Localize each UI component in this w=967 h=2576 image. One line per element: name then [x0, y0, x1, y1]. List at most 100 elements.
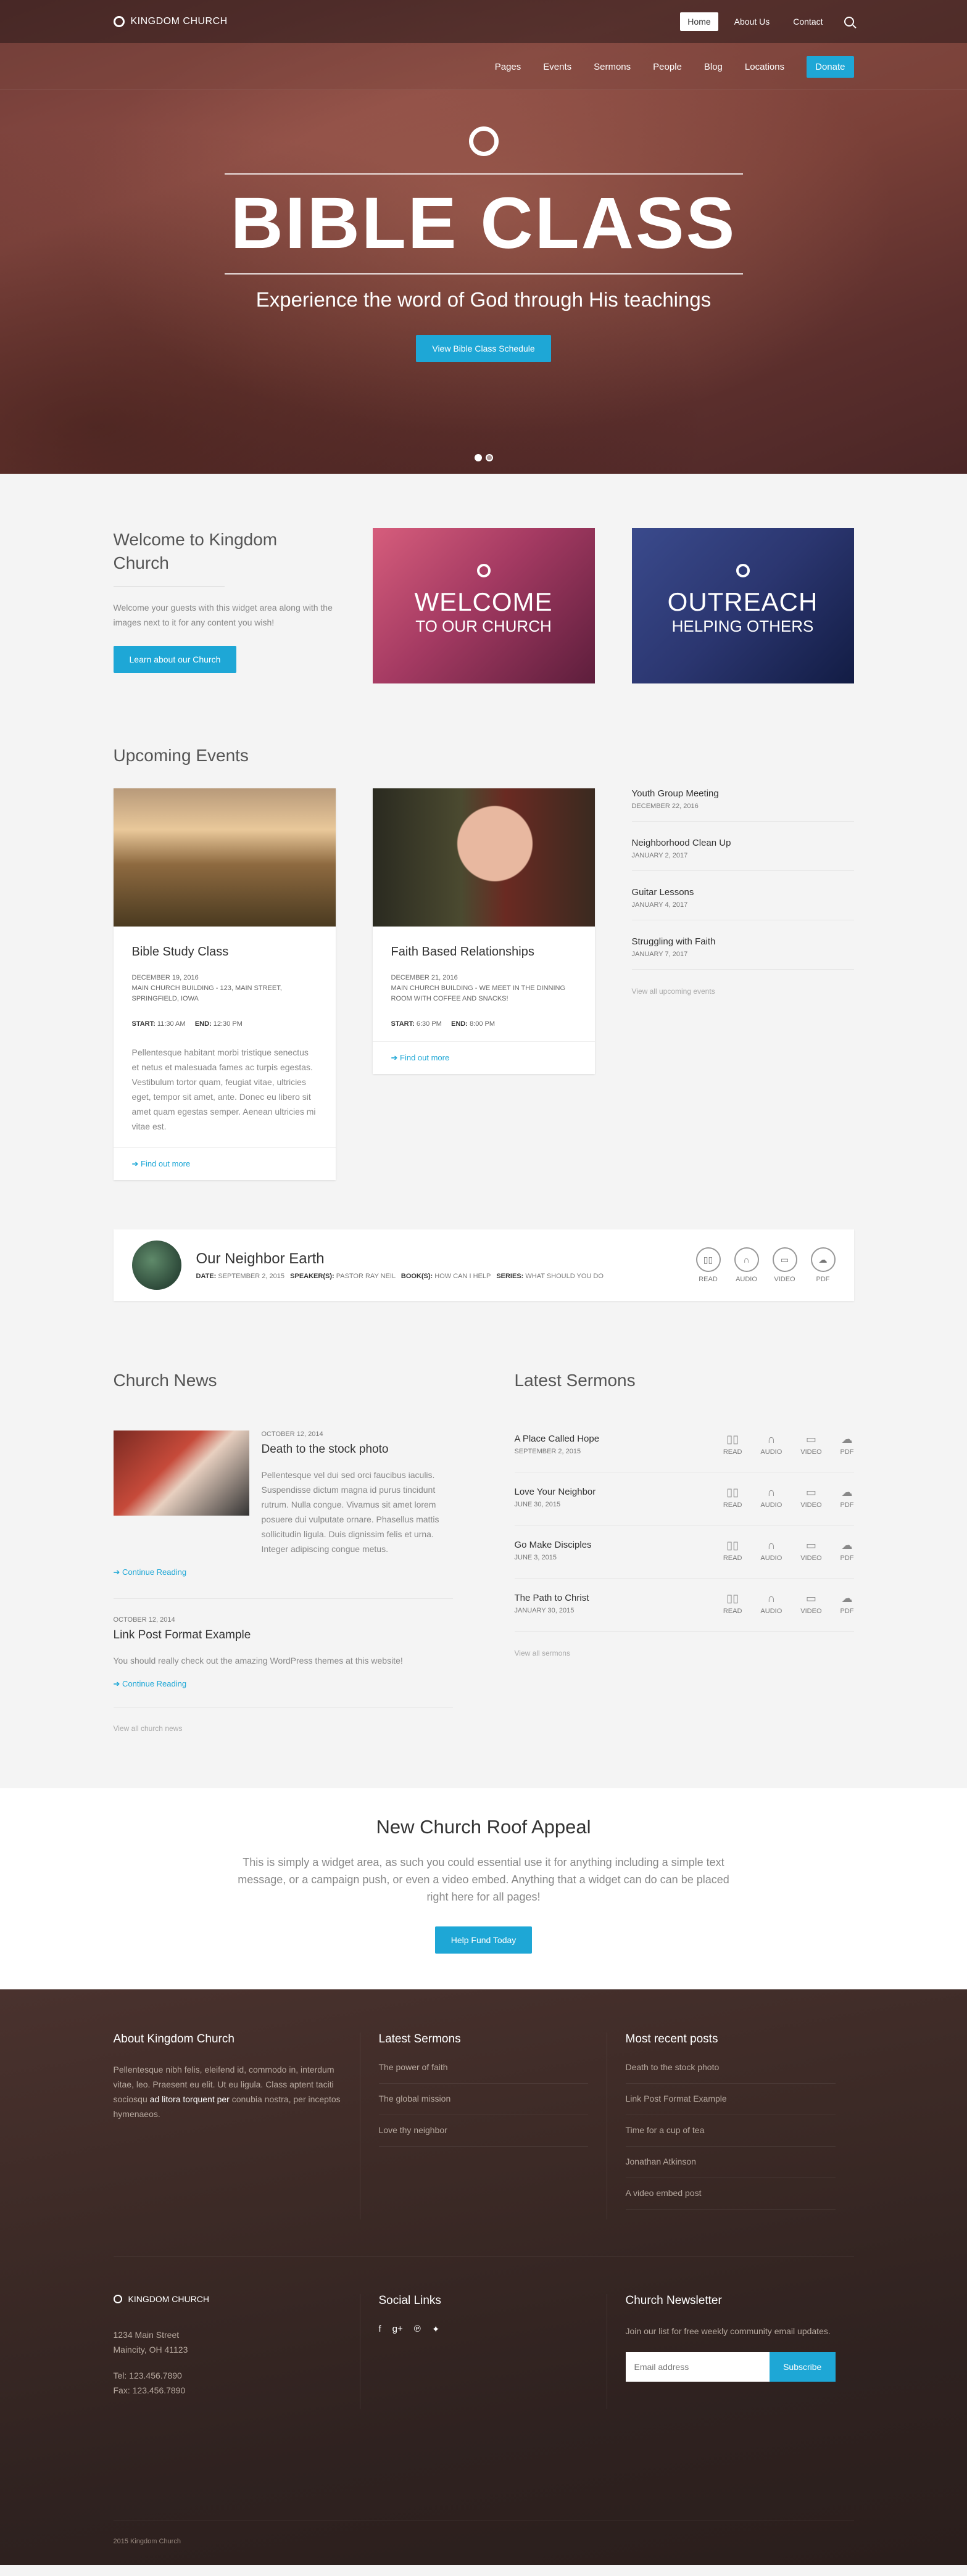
event-image[interactable]: [372, 788, 595, 927]
video-button[interactable]: ▭ VIDEO: [800, 1592, 821, 1615]
sermon-title[interactable]: Our Neighbor Earth: [196, 1250, 696, 1268]
video-button[interactable]: ▭ VIDEO: [800, 1433, 821, 1456]
welcome-card[interactable]: WELCOME TO OUR CHURCH: [372, 528, 595, 683]
video-icon: ▭: [805, 1592, 816, 1604]
help-fund-button[interactable]: Help Fund Today: [434, 1926, 533, 1954]
read-button[interactable]: ▯▯ READ: [695, 1247, 721, 1283]
event-title[interactable]: Bible Study Class: [132, 945, 317, 959]
continue-reading-link[interactable]: ➔ Continue Reading: [114, 1679, 453, 1689]
upcoming-events-list: Youth Group Meeting DECEMBER 22, 2016 Nei…: [631, 788, 854, 1180]
pdf-button[interactable]: ☁ PDF: [810, 1247, 836, 1283]
post-text: Pellentesque vel dui sed orci faucibus i…: [261, 1470, 439, 1554]
divider: [113, 586, 225, 587]
slider-dots: [0, 454, 967, 461]
pdf-button[interactable]: ☁ PDF: [840, 1433, 854, 1456]
audio-button[interactable]: ∩ AUDIO: [760, 1433, 782, 1456]
download-icon: ☁: [841, 1486, 853, 1498]
view-all-events-link[interactable]: View all upcoming events: [632, 987, 715, 996]
post-image[interactable]: [113, 1430, 249, 1516]
nav-events[interactable]: Events: [543, 62, 571, 72]
sermon-meta: DATE: SEPTEMBER 2, 2015 SPEAKER(S): PAST…: [196, 1273, 604, 1280]
donate-button[interactable]: Donate: [807, 56, 854, 78]
news-post: OCTOBER 12, 2014 Link Post Format Exampl…: [113, 1598, 453, 1708]
search-icon[interactable]: [844, 17, 854, 27]
sun-icon: [113, 16, 125, 27]
pdf-button[interactable]: ☁ PDF: [840, 1592, 854, 1615]
sermon-title[interactable]: A Place Called Hope: [515, 1434, 600, 1444]
top-link-about[interactable]: About Us: [727, 12, 778, 31]
sermon-title[interactable]: The Path to Christ: [515, 1593, 589, 1603]
events-title: Upcoming Events: [113, 746, 249, 765]
pdf-button[interactable]: ☁ PDF: [840, 1486, 854, 1509]
card-title: WELCOME: [414, 587, 553, 616]
copyright: 2015 Kingdom Church: [113, 2520, 854, 2565]
slider-dot[interactable]: [485, 454, 493, 461]
nav-locations[interactable]: Locations: [745, 62, 784, 72]
event-image[interactable]: [113, 788, 336, 927]
footer-sermons: Latest Sermons The power of faith The gl…: [360, 2033, 607, 2219]
appeal-section: New Church Roof Appeal This is simply a …: [0, 1788, 967, 1989]
subscribe-button[interactable]: Subscribe: [769, 2352, 836, 2382]
top-link-contact[interactable]: Contact: [786, 12, 830, 31]
twitter-icon[interactable]: ✦: [432, 2324, 440, 2335]
outreach-card[interactable]: OUTREACH HELPING OTHERS: [631, 528, 854, 683]
footer-link[interactable]: Jonathan Atkinson: [625, 2157, 836, 2178]
email-field[interactable]: [625, 2352, 770, 2382]
footer-link[interactable]: The global mission: [378, 2094, 588, 2115]
post-text: You should really check out the amazing …: [113, 1656, 403, 1666]
event-title[interactable]: Faith Based Relationships: [391, 945, 576, 959]
welcome-title: Welcome to Kingdom Church: [113, 530, 278, 572]
view-all-sermons-link[interactable]: View all sermons: [515, 1649, 854, 1657]
hero-button[interactable]: View Bible Class Schedule: [416, 335, 551, 362]
nav-people[interactable]: People: [653, 62, 682, 72]
google-plus-icon[interactable]: g+: [392, 2324, 403, 2335]
nav-sermons[interactable]: Sermons: [594, 62, 631, 72]
audio-button[interactable]: ∩ AUDIO: [734, 1247, 759, 1283]
event-card: Faith Based Relationships DECEMBER 21, 2…: [372, 788, 595, 1074]
footer-logo[interactable]: KINGDOM CHURCH: [113, 2294, 341, 2304]
read-button[interactable]: ▯▯ READ: [723, 1486, 742, 1509]
audio-button[interactable]: ∩ AUDIO: [760, 1486, 782, 1509]
pdf-button[interactable]: ☁ PDF: [840, 1539, 854, 1562]
divider: [224, 273, 743, 275]
learn-about-button[interactable]: Learn about our Church: [113, 646, 237, 673]
card-title: OUTREACH: [667, 587, 818, 616]
slider-dot[interactable]: [474, 454, 482, 461]
video-button[interactable]: ▭ VIDEO: [800, 1486, 821, 1509]
footer-link[interactable]: Love thy neighbor: [378, 2125, 588, 2147]
footer-link[interactable]: A video embed post: [625, 2188, 836, 2210]
find-out-more-link[interactable]: ➔ Find out more: [372, 1041, 595, 1074]
read-button[interactable]: ▯▯ READ: [723, 1433, 742, 1456]
event-card: Bible Study Class DECEMBER 19, 2016 MAIN…: [113, 788, 336, 1180]
footer-link[interactable]: The power of faith: [378, 2062, 588, 2084]
read-button[interactable]: ▯▯ READ: [723, 1592, 742, 1615]
top-link-home[interactable]: Home: [680, 12, 718, 31]
list-item[interactable]: Guitar Lessons JANUARY 4, 2017: [631, 887, 854, 920]
list-item[interactable]: Struggling with Faith JANUARY 7, 2017: [631, 936, 854, 970]
video-button[interactable]: ▭ VIDEO: [800, 1539, 821, 1562]
video-button[interactable]: ▭ VIDEO: [772, 1247, 797, 1283]
footer-link[interactable]: Death to the stock photo: [625, 2062, 836, 2084]
continue-reading-link[interactable]: ➔ Continue Reading: [114, 1567, 453, 1577]
list-item[interactable]: Neighborhood Clean Up JANUARY 2, 2017: [631, 838, 854, 871]
audio-button[interactable]: ∩ AUDIO: [760, 1592, 782, 1615]
footer-heading: Church Newsletter: [625, 2294, 722, 2307]
sermon-title[interactable]: Love Your Neighbor: [515, 1487, 596, 1497]
view-all-news-link[interactable]: View all church news: [114, 1724, 453, 1733]
read-button[interactable]: ▯▯ READ: [723, 1539, 742, 1562]
sermon-title[interactable]: Go Make Disciples: [515, 1540, 592, 1550]
nav-pages[interactable]: Pages: [495, 62, 521, 72]
audio-button[interactable]: ∩ AUDIO: [760, 1539, 782, 1562]
nav-blog[interactable]: Blog: [704, 62, 723, 72]
list-item[interactable]: Youth Group Meeting DECEMBER 22, 2016: [631, 788, 854, 822]
facebook-icon[interactable]: f: [379, 2324, 381, 2335]
post-title[interactable]: Link Post Format Example: [114, 1629, 453, 1642]
post-title[interactable]: Death to the stock photo: [262, 1443, 453, 1456]
site-logo[interactable]: KINGDOM CHURCH: [113, 16, 228, 27]
footer-link[interactable]: Time for a cup of tea: [625, 2125, 836, 2147]
pinterest-icon[interactable]: ℗: [414, 2324, 421, 2335]
sermon-row: A Place Called Hope SEPTEMBER 2, 2015 ▯▯ R…: [514, 1419, 854, 1472]
sermon-thumbnail[interactable]: [131, 1241, 181, 1290]
footer-link[interactable]: Link Post Format Example: [625, 2094, 836, 2115]
find-out-more-link[interactable]: ➔ Find out more: [113, 1147, 336, 1180]
